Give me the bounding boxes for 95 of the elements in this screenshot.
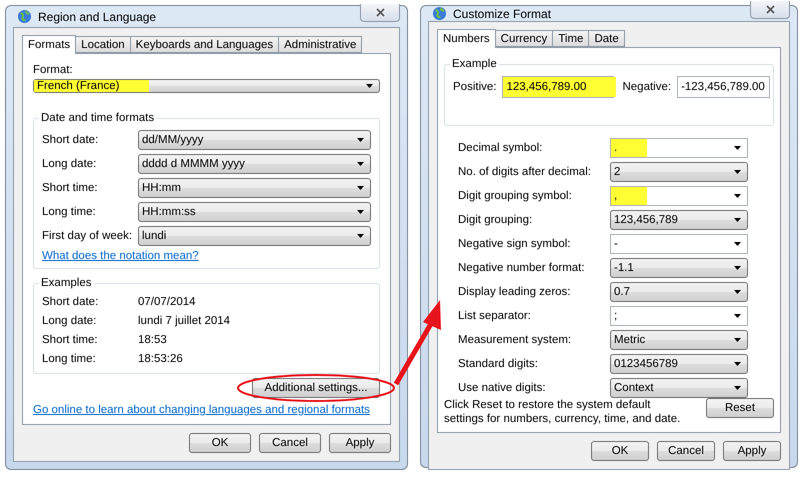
dialog-button[interactable]: OK	[591, 441, 649, 461]
caret-icon	[734, 362, 741, 366]
dialog-button[interactable]: Cancel	[657, 441, 715, 461]
globe-icon	[17, 9, 32, 24]
dialog-button[interactable]: Cancel	[259, 433, 321, 453]
tab[interactable]: Currency	[494, 30, 554, 47]
field-label: Short time:	[42, 182, 99, 194]
caret-icon	[734, 338, 741, 342]
format-dropdown[interactable]: lundi	[138, 226, 371, 246]
field-label: List separator:	[458, 310, 532, 322]
highlighted-value: French (France)	[34, 80, 150, 92]
format-dropdown[interactable]: dddd d MMMM yyyy	[138, 154, 371, 174]
caret-icon	[734, 290, 741, 294]
format-dropdown[interactable]: dd/MM/yyyy	[138, 130, 371, 150]
format-dropdown[interactable]: French (France)	[33, 79, 380, 93]
close-icon	[766, 4, 774, 14]
dropdown[interactable]: Metric	[610, 330, 748, 350]
example-value: lundi 7 juillet 2014	[138, 314, 232, 326]
tab[interactable]: Time	[552, 30, 590, 47]
tab[interactable]: Date	[588, 30, 625, 47]
dropdown[interactable]: 0.7	[610, 282, 748, 302]
negative-example-field[interactable]: -123,456,789.00	[677, 76, 770, 98]
caret-icon	[366, 84, 373, 88]
dropdown[interactable]: -1.1	[610, 258, 748, 278]
window-title: Customize Format	[453, 6, 552, 20]
field-label: Short date:	[42, 134, 100, 146]
tab[interactable]: Numbers	[437, 29, 496, 48]
field-label: First day of week:	[42, 230, 134, 242]
caret-icon	[734, 170, 741, 174]
close-button[interactable]	[360, 4, 400, 22]
combo-box[interactable]: ,	[610, 186, 748, 206]
dialog-button[interactable]: Apply	[329, 433, 391, 453]
field-label: Negative sign symbol:	[458, 238, 572, 250]
dialog-button[interactable]: OK	[189, 433, 251, 453]
group-title: Date and time formats	[39, 112, 156, 124]
reset-button[interactable]: Reset	[706, 398, 774, 418]
group-title: Examples	[39, 277, 94, 289]
field-label: Digit grouping:	[458, 214, 534, 226]
combo-box[interactable]: -	[610, 234, 748, 254]
dropdown[interactable]: Context	[610, 378, 748, 398]
caret-icon	[734, 314, 741, 318]
reset-note: Click Reset to restore the system default settings for numbers, currency, time, and date.	[444, 398, 682, 426]
close-button[interactable]	[750, 0, 790, 18]
field-label: Standard digits:	[458, 358, 539, 370]
dropdown[interactable]: 0123456789	[610, 354, 748, 374]
tab[interactable]: Location	[75, 36, 131, 53]
field-label: Measurement system:	[458, 334, 572, 346]
field-label: Long date:	[42, 158, 98, 170]
dropdown[interactable]: 2	[610, 162, 748, 182]
window-title: Region and Language	[38, 10, 158, 24]
additional-settings-button[interactable]: Additional settings...	[252, 378, 380, 398]
highlighted-value: .	[611, 139, 648, 157]
format-dropdown[interactable]: HH:mm:ss	[138, 202, 371, 222]
dropdown[interactable]: 123,456,789	[610, 210, 748, 230]
caret-icon	[734, 242, 741, 246]
globe-icon	[432, 6, 447, 21]
group-title: Example	[450, 58, 499, 70]
example-value: 18:53:26	[138, 352, 184, 364]
tab[interactable]: Keyboards and Languages	[130, 36, 280, 53]
example-label: Short date:	[42, 296, 100, 308]
field-label: Negative:	[622, 81, 672, 93]
dialog-button[interactable]: Apply	[723, 441, 781, 461]
example-label: Short time:	[42, 334, 99, 346]
field-label: Digit grouping symbol:	[458, 190, 573, 202]
caret-icon	[734, 218, 741, 222]
example-value: 07/07/2014	[138, 296, 197, 308]
online-link[interactable]: Go online to learn about changing languages and regional formats	[33, 404, 370, 416]
field-label: Use native digits:	[458, 382, 547, 394]
tab[interactable]: Formats	[22, 35, 76, 54]
field-label: No. of digits after decimal:	[458, 166, 592, 178]
close-icon	[376, 8, 384, 16]
field-label: Decimal symbol:	[458, 142, 544, 154]
caret-icon	[734, 266, 741, 270]
highlighted-value: ,	[611, 187, 648, 205]
example-label: Long time:	[42, 352, 97, 364]
help-link[interactable]: What does the notation mean?	[42, 250, 199, 262]
field-label: Display leading zeros:	[458, 286, 572, 298]
caret-icon	[734, 194, 741, 198]
caret-icon	[357, 138, 364, 142]
combo-box[interactable]: ;	[610, 306, 748, 326]
combo-box[interactable]: .	[610, 138, 748, 158]
example-value: 18:53	[138, 334, 168, 346]
field-label: Negative number format:	[458, 262, 586, 274]
field-label: Format:	[33, 64, 74, 76]
caret-icon	[357, 162, 364, 166]
field-label: Long time:	[42, 206, 97, 218]
caret-icon	[357, 210, 364, 214]
caret-icon	[357, 234, 364, 238]
field-label: Positive:	[453, 81, 496, 93]
caret-icon	[734, 386, 741, 390]
caret-icon	[734, 146, 741, 150]
caret-icon	[357, 186, 364, 190]
example-label: Long date:	[42, 314, 98, 326]
tab[interactable]: Administrative	[278, 36, 362, 53]
format-dropdown[interactable]: HH:mm	[138, 178, 371, 198]
